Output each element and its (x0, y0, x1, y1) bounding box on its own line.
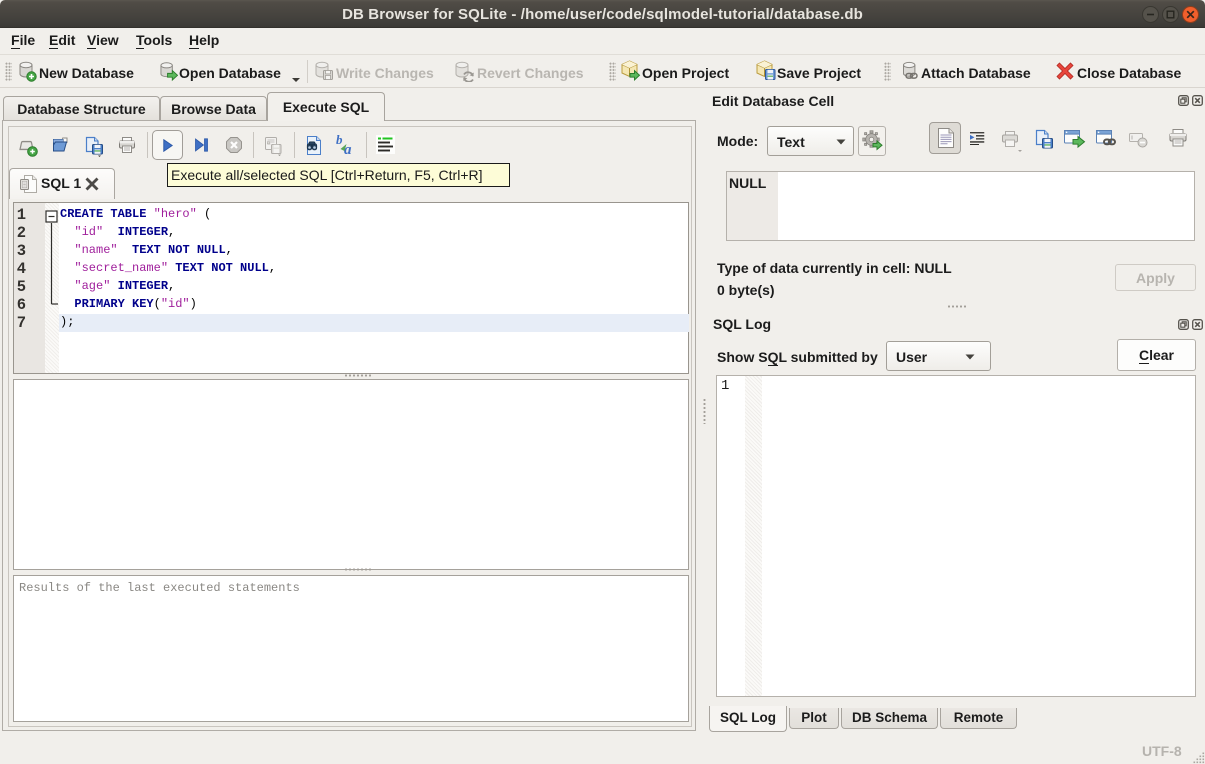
svg-text:b: b (336, 133, 343, 147)
